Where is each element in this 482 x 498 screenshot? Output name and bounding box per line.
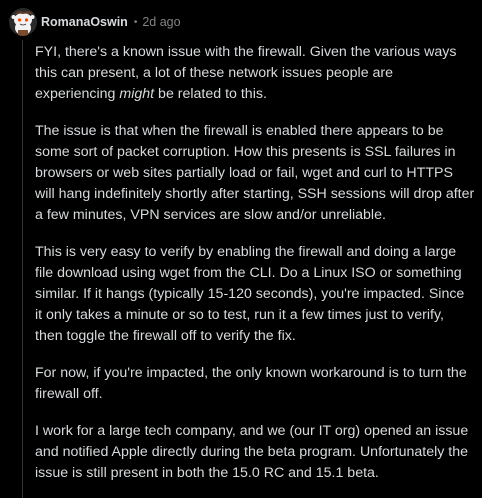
paragraph-1-text-after: be related to this. bbox=[154, 86, 267, 102]
snoo-avatar-icon bbox=[9, 8, 37, 36]
paragraph-1-emphasis: might bbox=[119, 86, 155, 102]
comment-paragraph-2: The issue is that when the firewall is e… bbox=[35, 123, 475, 223]
user-avatar[interactable] bbox=[9, 8, 37, 36]
username-link[interactable]: RomanaOswin bbox=[41, 15, 128, 29]
comment: RomanaOswin • 2d ago FYI, there's a know… bbox=[0, 0, 482, 498]
comment-paragraph-1: FYI, there's a known issue with the fire… bbox=[35, 42, 475, 105]
thread-line[interactable] bbox=[22, 40, 23, 498]
comment-paragraph-5: I work for a large tech company, and we … bbox=[35, 423, 469, 481]
comment-timestamp[interactable]: 2d ago bbox=[142, 15, 180, 29]
separator-dot: • bbox=[133, 16, 138, 28]
comment-body: FYI, there's a known issue with the fire… bbox=[35, 42, 475, 498]
comment-paragraph-3: This is very easy to verify by enabling … bbox=[35, 244, 465, 344]
comment-paragraph-4: For now, if you're impacted, the only kn… bbox=[35, 365, 467, 402]
comment-header: RomanaOswin • 2d ago bbox=[9, 8, 181, 36]
